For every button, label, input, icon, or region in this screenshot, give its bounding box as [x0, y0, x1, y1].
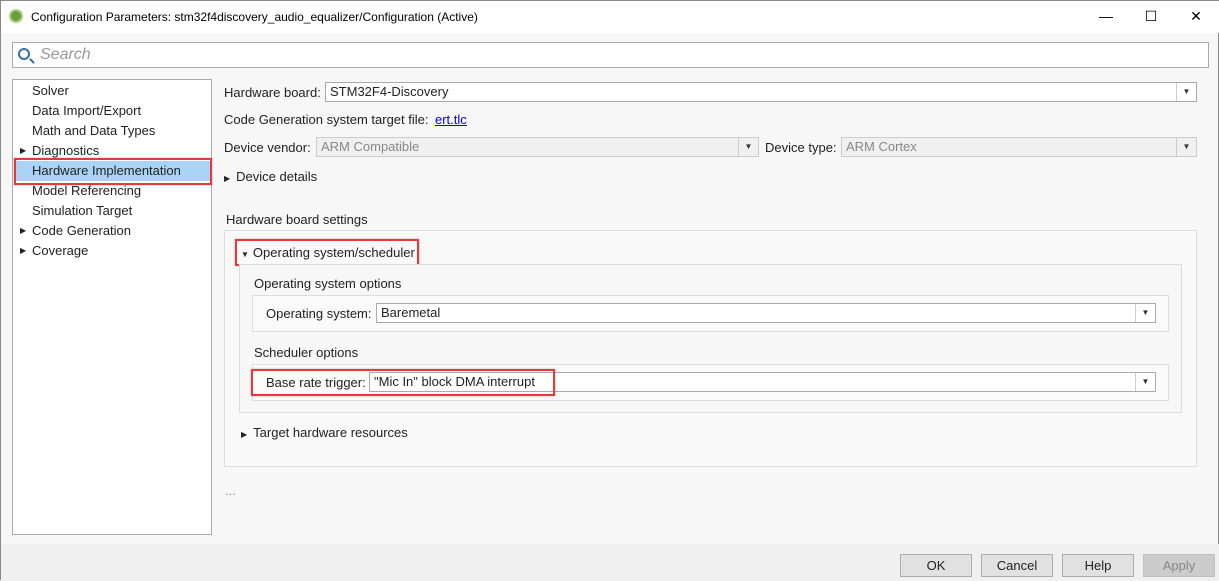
sidebar-item-label: Simulation Target [32, 203, 133, 218]
ellipsis: ... [225, 483, 236, 498]
sidebar-item-math-and-data-types[interactable]: Math and Data Types [14, 121, 210, 141]
sidebar: Solver Data Import/Export Math and Data Ty… [12, 79, 212, 535]
sidebar-item-code-generation[interactable]: ▶ Code Generation [14, 221, 210, 241]
expand-arrow-icon: ▶ [241, 430, 248, 439]
search-placeholder: Search [40, 46, 91, 63]
highlight-box [235, 239, 419, 266]
app-icon [9, 9, 23, 23]
device-details-label: Device details [236, 169, 318, 184]
sidebar-item-solver[interactable]: Solver [14, 81, 210, 101]
cancel-button[interactable]: Cancel [981, 554, 1053, 577]
minimize-button[interactable]: — [1091, 5, 1121, 27]
chevron-down-icon: ▼ [1176, 138, 1196, 156]
sidebar-item-label: Code Generation [32, 223, 132, 238]
device-type-label: Device type: [765, 140, 837, 155]
help-button[interactable]: Help [1062, 554, 1134, 577]
apply-button[interactable]: Apply [1143, 554, 1215, 577]
close-button[interactable]: ✕ [1181, 5, 1211, 27]
chevron-down-icon: ▼ [1176, 83, 1196, 101]
search-input[interactable]: Search [12, 42, 1209, 68]
device-type-value: ARM Cortex [846, 139, 917, 154]
board-settings-heading: Hardware board settings [226, 212, 368, 227]
target-resources-toggle[interactable]: ▶ Target hardware resources [241, 425, 408, 440]
sidebar-item-simulation-target[interactable]: Simulation Target [14, 201, 210, 221]
sidebar-item-label: Coverage [32, 243, 89, 258]
os-value: Baremetal [381, 305, 441, 320]
highlight-box [14, 158, 212, 185]
expand-arrow-icon: ▶ [224, 174, 231, 183]
hardware-board-select[interactable]: STM32F4-Discovery ▼ [325, 82, 1197, 102]
target-file-label: Code Generation system target file: [224, 112, 429, 127]
os-select[interactable]: Baremetal ▼ [376, 303, 1156, 323]
expand-arrow-icon: ▶ [20, 246, 27, 255]
sidebar-item-label: Math and Data Types [32, 123, 156, 138]
sidebar-item-label: Diagnostics [32, 143, 100, 158]
expand-arrow-icon: ▶ [20, 226, 27, 235]
chevron-down-icon: ▼ [738, 138, 758, 156]
maximize-button[interactable]: ☐ [1136, 5, 1166, 27]
sidebar-item-coverage[interactable]: ▶ Coverage [14, 241, 210, 261]
chevron-down-icon: ▼ [1135, 373, 1155, 391]
scheduler-options-heading: Scheduler options [254, 345, 359, 360]
search-icon [18, 48, 30, 60]
hardware-board-label: Hardware board: [224, 85, 321, 100]
sidebar-item-label: Solver [32, 83, 69, 98]
hardware-board-value: STM32F4-Discovery [330, 84, 449, 99]
highlight-box [251, 369, 555, 396]
sidebar-item-label: Data Import/Export [32, 103, 142, 118]
device-type-select[interactable]: ARM Cortex ▼ [841, 137, 1197, 157]
device-vendor-label: Device vendor: [224, 140, 311, 155]
ok-button[interactable]: OK [900, 554, 972, 577]
target-file-link[interactable]: ert.tlc [435, 112, 467, 127]
chevron-down-icon: ▼ [1135, 304, 1155, 322]
device-details-toggle[interactable]: ▶ Device details [224, 169, 317, 184]
window-title: Configuration Parameters: stm32f4discove… [31, 10, 478, 24]
device-vendor-select[interactable]: ARM Compatible ▼ [316, 137, 759, 157]
sidebar-item-data-import-export[interactable]: Data Import/Export [14, 101, 210, 121]
target-resources-label: Target hardware resources [253, 425, 408, 440]
os-options-heading: Operating system options [254, 276, 402, 291]
device-vendor-value: ARM Compatible [321, 139, 420, 154]
os-label: Operating system: [266, 306, 372, 321]
title-bar: Configuration Parameters: stm32f4discove… [1, 1, 1219, 33]
sidebar-item-label: Model Referencing [32, 183, 142, 198]
